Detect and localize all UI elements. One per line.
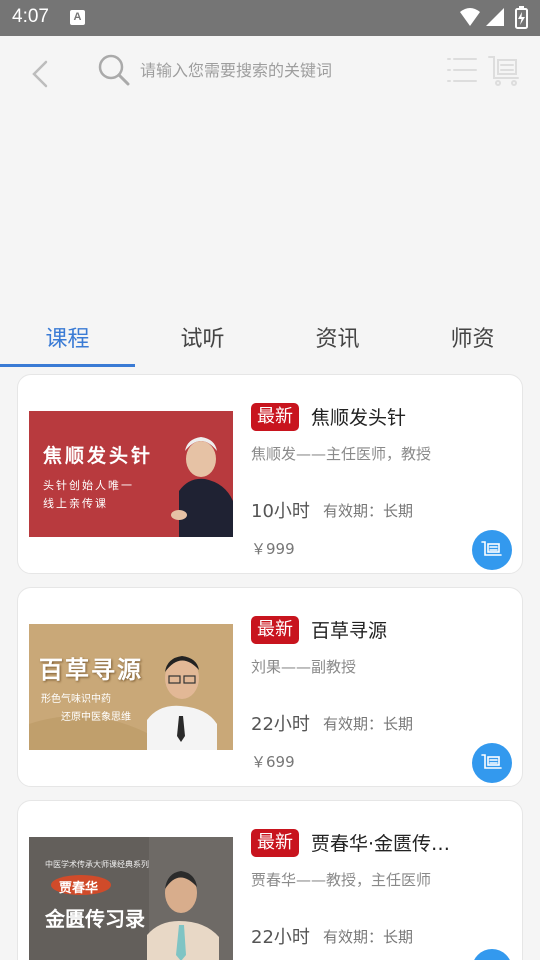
course-thumbnail[interactable]: 焦顺发头针 头针创始人唯一 线上亲传课 [29,411,233,537]
course-teacher: 贾春华——教授，主任医师 [251,871,432,889]
course-price: ￥699 [251,753,295,771]
new-badge: 最新 [251,829,299,857]
thumbnail-line1: 头针创始人唯一 [43,479,134,492]
add-to-cart-button[interactable] [472,949,512,960]
course-thumbnail[interactable]: 中医学术传承大师课经典系列 贾春华 金匮传习录 [29,837,233,960]
thumbnail-image [29,624,233,750]
course-title[interactable]: 百草寻源 [311,616,511,646]
thumbnail-title: 焦顺发头针 [43,445,154,467]
thumbnail-title: 百草寻源 [39,655,143,684]
battery-icon [515,6,528,29]
thumbnail-line1: 形色气味识中药 [41,694,111,705]
search-input[interactable] [140,54,430,86]
notification-icon: A [70,10,85,25]
status-bar: 4:07 A [0,0,540,36]
tab-teachers[interactable]: 师资 [405,320,540,360]
course-price: ￥999 [251,540,295,558]
add-to-cart-button[interactable] [472,530,512,570]
course-card[interactable]: 百草寻源 形色气味识中药 还原中医象思维 最新 百草寻源 刘果——副教授 22小… [17,587,523,787]
course-title[interactable]: 焦顺发头针 [311,403,511,433]
thumbnail-series: 中医学术传承大师课经典系列 [45,860,149,869]
search-icon[interactable] [96,52,132,88]
thumbnail-image [29,837,233,960]
course-thumbnail[interactable]: 百草寻源 形色气味识中药 还原中医象思维 [29,624,233,750]
tab-indicator [0,364,135,367]
new-badge: 最新 [251,616,299,644]
header [0,36,540,316]
course-teacher: 焦顺发——主任医师，教授 [251,445,432,463]
cart-icon [481,754,502,769]
signal-icon [486,8,504,26]
thumbnail-image [29,411,233,537]
new-badge: 最新 [251,403,299,431]
wifi-icon [460,8,480,26]
status-time: 4:07 [12,6,49,27]
thumbnail-title: 金匮传习录 [45,907,145,931]
course-teacher: 刘果——副教授 [251,658,357,676]
course-hours: 22小时 [251,714,310,735]
course-list: 焦顺发头针 头针创始人唯一 线上亲传课 最新 焦顺发头针 焦顺发——主任医师，教… [0,368,540,960]
status-icons [460,6,528,29]
course-hours: 10小时 [251,501,310,522]
thumbnail-name: 贾春华 [59,881,99,896]
menu-icon[interactable] [444,54,480,86]
add-to-cart-button[interactable] [472,743,512,783]
tab-courses[interactable]: 课程 [0,320,135,360]
back-button[interactable] [22,54,62,94]
tab-news[interactable]: 资讯 [270,320,405,360]
tab-trial[interactable]: 试听 [135,320,270,360]
course-card[interactable]: 焦顺发头针 头针创始人唯一 线上亲传课 最新 焦顺发头针 焦顺发——主任医师，教… [17,374,523,574]
cart-icon [481,541,502,556]
course-title[interactable]: 贾春华·金匮传习录 [311,829,451,859]
course-validity: 有效期：长期 [323,502,414,520]
course-card[interactable]: 中医学术传承大师课经典系列 贾春华 金匮传习录 最新 贾春华·金匮传习录 贾春华… [17,800,523,960]
cart-icon[interactable] [486,52,522,88]
course-hours: 22小时 [251,927,310,948]
thumbnail-line2: 还原中医象思维 [61,712,131,723]
course-validity: 有效期：长期 [323,928,414,946]
tab-bar: 课程 试听 资讯 师资 [0,312,540,368]
course-validity: 有效期：长期 [323,715,414,733]
thumbnail-line2: 线上亲传课 [43,497,108,510]
